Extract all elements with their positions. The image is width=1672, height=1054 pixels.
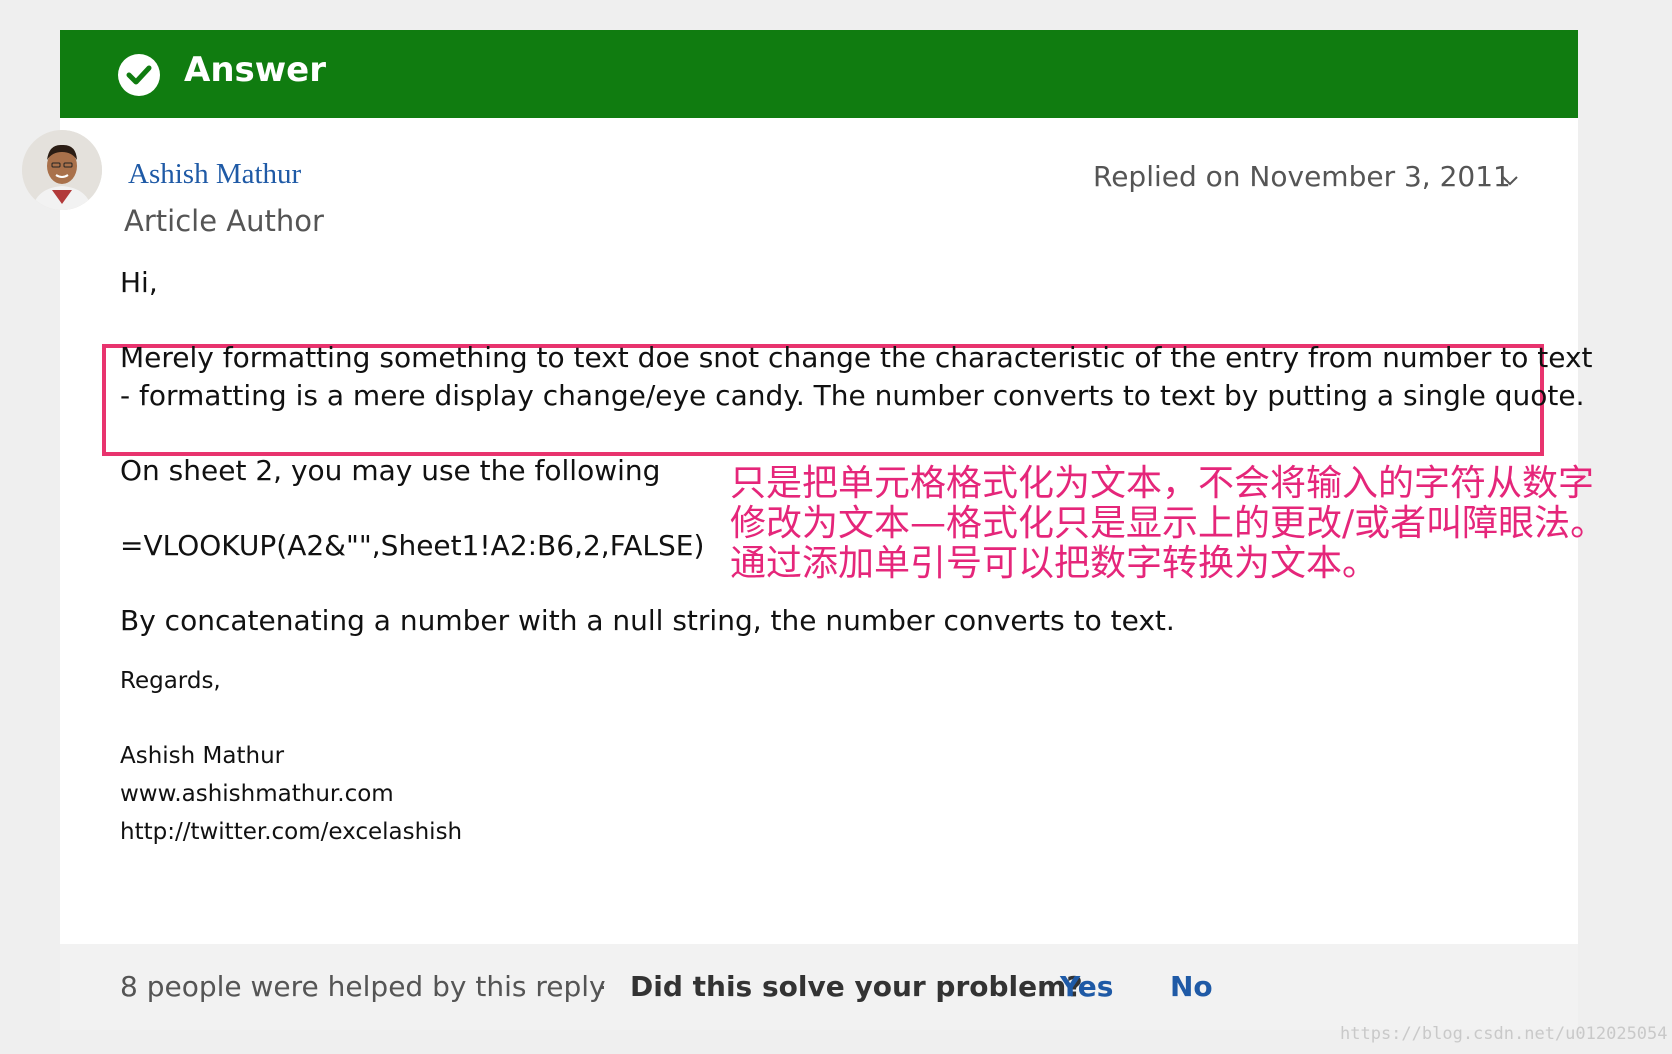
sheet-instruction: On sheet 2, you may use the following [120,454,661,487]
avatar[interactable] [22,130,102,210]
watermark: https://blog.csdn.net/u012025054 [1340,1024,1668,1044]
page: Answer Ashish Mathur Article Author Repl… [0,0,1672,1054]
chinese-annotation: 只是把单元格格式化为文本，不会将输入的字符从数字 修改为文本—格式化只是显示上的… [730,464,1606,584]
highlight-line-2: - formatting is a mere display change/ey… [120,379,1585,412]
concat-explanation: By concatenating a number with a null st… [120,604,1175,637]
no-button[interactable]: No [1170,970,1213,1003]
check-circle-icon [118,54,160,96]
separator-dot: · [598,970,608,1001]
annotation-line-1: 只是把单元格格式化为文本，不会将输入的字符从数字 [730,463,1595,504]
signature-name: Ashish Mathur [120,743,285,769]
answer-header: Answer [60,30,1578,118]
regards-text: Regards, [120,668,221,694]
greeting-text: Hi, [120,266,158,299]
solve-question: Did this solve your problem? [630,970,1083,1003]
yes-button[interactable]: Yes [1060,970,1113,1003]
annotation-line-2: 修改为文本—格式化只是显示上的更改/或者叫障眼法。 [730,503,1607,544]
formula-text: =VLOOKUP(A2&"",Sheet1!A2:B6,2,FALSE) [120,529,705,562]
signature-website[interactable]: www.ashishmathur.com [120,781,394,807]
annotation-line-3: 通过添加单引号可以把数字转换为文本。 [730,543,1379,584]
signature-twitter[interactable]: http://twitter.com/excelashish [120,819,462,845]
chevron-down-icon[interactable] [1500,170,1520,190]
answer-title: Answer [184,50,326,90]
reply-date[interactable]: Replied on November 3, 2011 [1093,160,1511,193]
helped-count: 8 people were helped by this reply [120,970,606,1003]
feedback-footer: 8 people were helped by this reply · Did… [60,944,1578,1030]
author-name-link[interactable]: Ashish Mathur [128,158,301,191]
highlight-line-1: Merely formatting something to text doe … [120,341,1593,374]
answer-card: Answer Ashish Mathur Article Author Repl… [22,30,1606,1030]
author-role: Article Author [124,204,324,238]
